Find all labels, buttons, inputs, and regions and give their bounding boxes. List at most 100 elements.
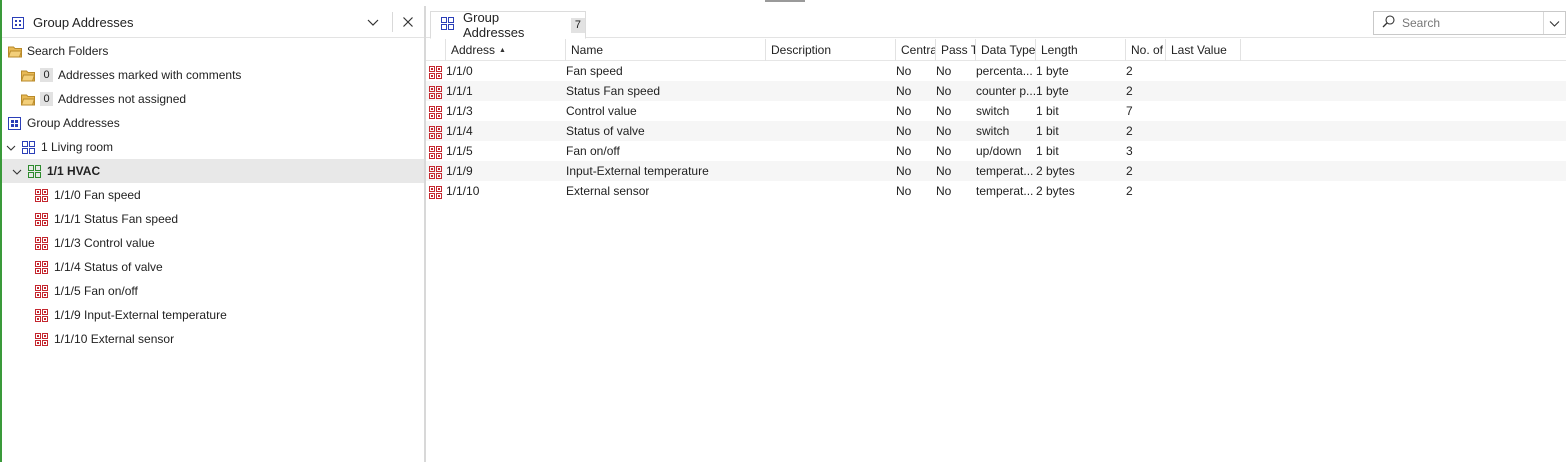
folder-open-icon bbox=[7, 45, 23, 58]
group-address-icon bbox=[429, 105, 442, 119]
cell-address-text: 1/1/4 bbox=[446, 124, 473, 138]
group-address-icon bbox=[35, 212, 48, 226]
group-address-tree: Search Folders 0 Addresses marked with c… bbox=[2, 39, 424, 351]
cell-address-text: 1/1/3 bbox=[446, 104, 473, 118]
tree-item-group-addresses[interactable]: Group Addresses bbox=[2, 111, 424, 135]
tree-item-not-assigned[interactable]: 0 Addresses not assigned bbox=[2, 87, 424, 111]
tree-item-address[interactable]: 1/1/4 Status of valve bbox=[2, 255, 424, 279]
tree-item-address[interactable]: 1/1/10 External sensor bbox=[2, 327, 424, 351]
tree-item-address[interactable]: 1/1/3 Control value bbox=[2, 231, 424, 255]
column-header-description[interactable]: Description bbox=[766, 39, 896, 61]
column-header-icon bbox=[426, 39, 446, 61]
search-dropdown-button[interactable] bbox=[1543, 12, 1565, 34]
chevron-down-icon[interactable] bbox=[366, 15, 380, 29]
cell-pass: No bbox=[936, 124, 952, 138]
splitter-handle[interactable] bbox=[765, 0, 805, 2]
cell-address: 1/1/9 bbox=[429, 161, 566, 181]
cell-no-of: 2 bbox=[1126, 164, 1133, 178]
cell-name: Fan speed bbox=[566, 64, 623, 78]
group-address-icon bbox=[35, 308, 48, 322]
column-header-last-value[interactable]: Last Value bbox=[1166, 39, 1241, 61]
cell-length: 1 byte bbox=[1036, 84, 1069, 98]
cell-central: No bbox=[896, 124, 912, 138]
cell-central: No bbox=[896, 184, 912, 198]
tree-item-label: Search Folders bbox=[27, 44, 109, 58]
search-input[interactable]: Search bbox=[1402, 16, 1543, 30]
folder-open-icon bbox=[20, 93, 36, 106]
cell-address: 1/1/3 bbox=[429, 101, 566, 121]
cell-address: 1/1/4 bbox=[429, 121, 566, 141]
cell-data-type: switch bbox=[976, 124, 1010, 138]
cell-address: 1/1/0 bbox=[429, 61, 566, 81]
folder-open-icon bbox=[20, 69, 36, 82]
tab-label: Group Addresses bbox=[463, 10, 525, 40]
address-list: 1/1/0 Fan speed 1/1/1 Status Fan speed 1/1… bbox=[2, 183, 424, 351]
cell-address-text: 1/1/10 bbox=[446, 184, 480, 198]
tree-item-label: Group Addresses bbox=[27, 116, 120, 130]
table-row[interactable]: 1/1/9 Input-External temperature No No tempe… bbox=[426, 161, 1566, 181]
table-row[interactable]: 1/1/3 Control value No No switch 1 bit 7 bbox=[426, 101, 1566, 121]
table-row[interactable]: 1/1/0 Fan speed No No percenta... 1 byte 2 bbox=[426, 61, 1566, 81]
cell-central: No bbox=[896, 84, 912, 98]
cell-no-of: 2 bbox=[1126, 84, 1133, 98]
cell-central: No bbox=[896, 164, 912, 178]
cell-no-of: 2 bbox=[1126, 64, 1133, 78]
table-row[interactable]: 1/1/5 Fan on/off No No up/down 1 bit 3 bbox=[426, 141, 1566, 161]
column-header-data-type[interactable]: Data Type bbox=[976, 39, 1036, 61]
tree-item-comments[interactable]: 0 Addresses marked with comments bbox=[2, 63, 424, 87]
column-label: Address bbox=[451, 43, 496, 57]
tree-item-address[interactable]: 1/1/5 Fan on/off bbox=[2, 279, 424, 303]
panel-title[interactable]: Group Addresses bbox=[33, 15, 133, 30]
table-header: Address ▲ Name Description Centra Pass T … bbox=[426, 39, 1566, 61]
cell-data-type: up/down bbox=[976, 144, 1022, 158]
group-address-icon bbox=[429, 145, 442, 159]
group-addresses-icon bbox=[8, 116, 21, 130]
cell-address-text: 1/1/0 bbox=[446, 64, 473, 78]
right-panel: Group Addresses 7 Search Address ▲ Name D… bbox=[426, 6, 1566, 462]
close-icon[interactable] bbox=[401, 15, 415, 29]
tree-item-address[interactable]: 1/1/9 Input-External temperature bbox=[2, 303, 424, 327]
group-address-icon bbox=[35, 284, 48, 298]
tree-item-middle-group[interactable]: 1/1 HVAC bbox=[2, 159, 424, 183]
tree-item-label: 1/1/0 Fan speed bbox=[54, 188, 141, 202]
tree-item-label: 1/1/3 Control value bbox=[54, 236, 155, 250]
cell-address-text: 1/1/5 bbox=[446, 144, 473, 158]
cell-data-type: percenta... bbox=[976, 64, 1033, 78]
column-header-central[interactable]: Centra bbox=[896, 39, 936, 61]
column-header-name[interactable]: Name bbox=[566, 39, 766, 61]
cell-no-of: 3 bbox=[1126, 144, 1133, 158]
chevron-down-icon[interactable] bbox=[12, 166, 22, 176]
column-header-length[interactable]: Length bbox=[1036, 39, 1126, 61]
tree-item-label: Addresses not assigned bbox=[58, 92, 187, 106]
tree-item-main-group[interactable]: 1 Living room bbox=[2, 135, 424, 159]
group-address-icon bbox=[35, 188, 48, 202]
cell-data-type: counter p... bbox=[976, 84, 1037, 98]
table-row[interactable]: 1/1/4 Status of valve No No switch 1 bit 2 bbox=[426, 121, 1566, 141]
cell-address-text: 1/1/9 bbox=[446, 164, 473, 178]
cell-length: 1 bit bbox=[1036, 144, 1059, 158]
table-row[interactable]: 1/1/10 External sensor No No temperat... 2 by… bbox=[426, 181, 1566, 201]
cell-data-type: switch bbox=[976, 104, 1010, 118]
tree-item-address[interactable]: 1/1/0 Fan speed bbox=[2, 183, 424, 207]
column-header-address[interactable]: Address ▲ bbox=[446, 39, 566, 61]
cell-address: 1/1/10 bbox=[429, 181, 566, 201]
tab-count-badge: 7 bbox=[570, 17, 585, 33]
search-box[interactable]: Search bbox=[1373, 11, 1566, 35]
group-address-icon bbox=[429, 85, 442, 99]
tab-group-addresses[interactable]: Group Addresses 7 bbox=[430, 10, 586, 40]
cell-name: Fan on/off bbox=[566, 144, 620, 158]
table-row[interactable]: 1/1/1 Status Fan speed No No counter p... 1 b… bbox=[426, 81, 1566, 101]
cell-no-of: 2 bbox=[1126, 124, 1133, 138]
group-address-icon bbox=[35, 332, 48, 346]
tree-item-search-folders[interactable]: Search Folders bbox=[2, 39, 424, 63]
cell-address: 1/1/1 bbox=[429, 81, 566, 101]
group-addresses-icon bbox=[441, 17, 454, 33]
column-header-pass-through[interactable]: Pass T bbox=[936, 39, 976, 61]
chevron-down-icon[interactable] bbox=[6, 142, 16, 152]
cell-length: 2 bytes bbox=[1036, 184, 1075, 198]
cell-central: No bbox=[896, 104, 912, 118]
tree-item-label: 1/1 HVAC bbox=[47, 164, 101, 178]
tree-item-address[interactable]: 1/1/1 Status Fan speed bbox=[2, 207, 424, 231]
cell-length: 2 bytes bbox=[1036, 164, 1075, 178]
column-header-no-of[interactable]: No. of bbox=[1126, 39, 1166, 61]
